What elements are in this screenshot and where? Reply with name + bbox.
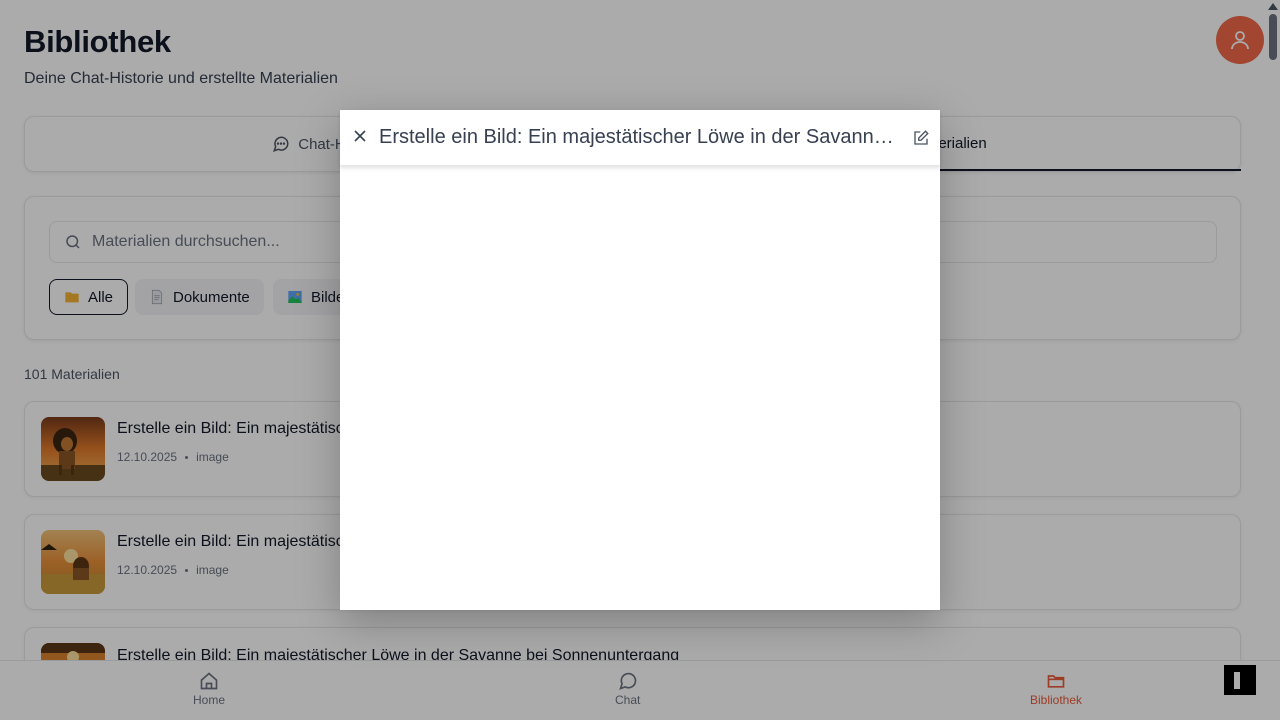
modal-body [340,167,940,610]
modal-header: Erstelle ein Bild: Ein majestätischer Lö… [340,110,940,166]
material-preview-modal: Erstelle ein Bild: Ein majestätischer Lö… [340,110,940,610]
close-icon[interactable] [352,128,368,144]
modal-title: Erstelle ein Bild: Ein majestätischer Lö… [379,126,904,148]
edit-icon[interactable] [912,129,930,147]
